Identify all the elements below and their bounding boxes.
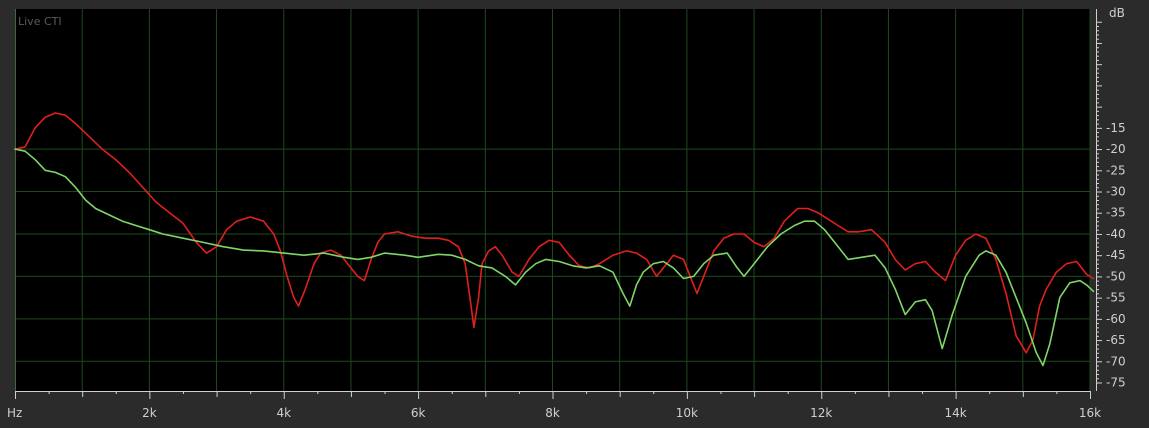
y-tick-label: -40: [1106, 227, 1126, 241]
y-tick-label: -35: [1106, 206, 1126, 220]
x-tick-label: 4k: [276, 406, 291, 420]
y-tick-label: -45: [1106, 248, 1126, 262]
y-unit-label: dB: [1109, 6, 1125, 20]
x-tick-label: 16k: [1079, 406, 1101, 420]
x-unit-label: Hz: [7, 406, 22, 420]
x-tick-label: 14k: [945, 406, 967, 420]
x-tick-label: 10k: [676, 406, 698, 420]
spectrum-analyzer: 2k 4k 6k 8k 10k 12k 14k 16k -15 -20 -25 -30 -35 -40 -4…: [0, 0, 1149, 428]
y-tick-label: -70: [1106, 354, 1126, 368]
x-tick-label: 8k: [545, 406, 560, 420]
y-tick-label: -75: [1106, 376, 1126, 390]
y-tick-label: -60: [1106, 312, 1126, 326]
x-tick-label: 12k: [810, 406, 832, 420]
chart-title: Live CTI: [18, 15, 62, 28]
x-tick-label: 2k: [142, 406, 157, 420]
y-tick-label: -30: [1106, 185, 1126, 199]
y-tick-label: -20: [1106, 142, 1126, 156]
y-tick-label: -55: [1106, 291, 1126, 305]
x-tick-label: 6k: [411, 406, 426, 420]
y-tick-label: -50: [1106, 269, 1126, 283]
frequency-response-chart: 2k 4k 6k 8k 10k 12k 14k 16k -15 -20 -25 -30 -35 -40 -4…: [7, 6, 1126, 420]
y-tick-label: -25: [1106, 163, 1126, 177]
y-tick-label: -65: [1106, 333, 1126, 347]
y-tick-label: -15: [1106, 121, 1126, 135]
